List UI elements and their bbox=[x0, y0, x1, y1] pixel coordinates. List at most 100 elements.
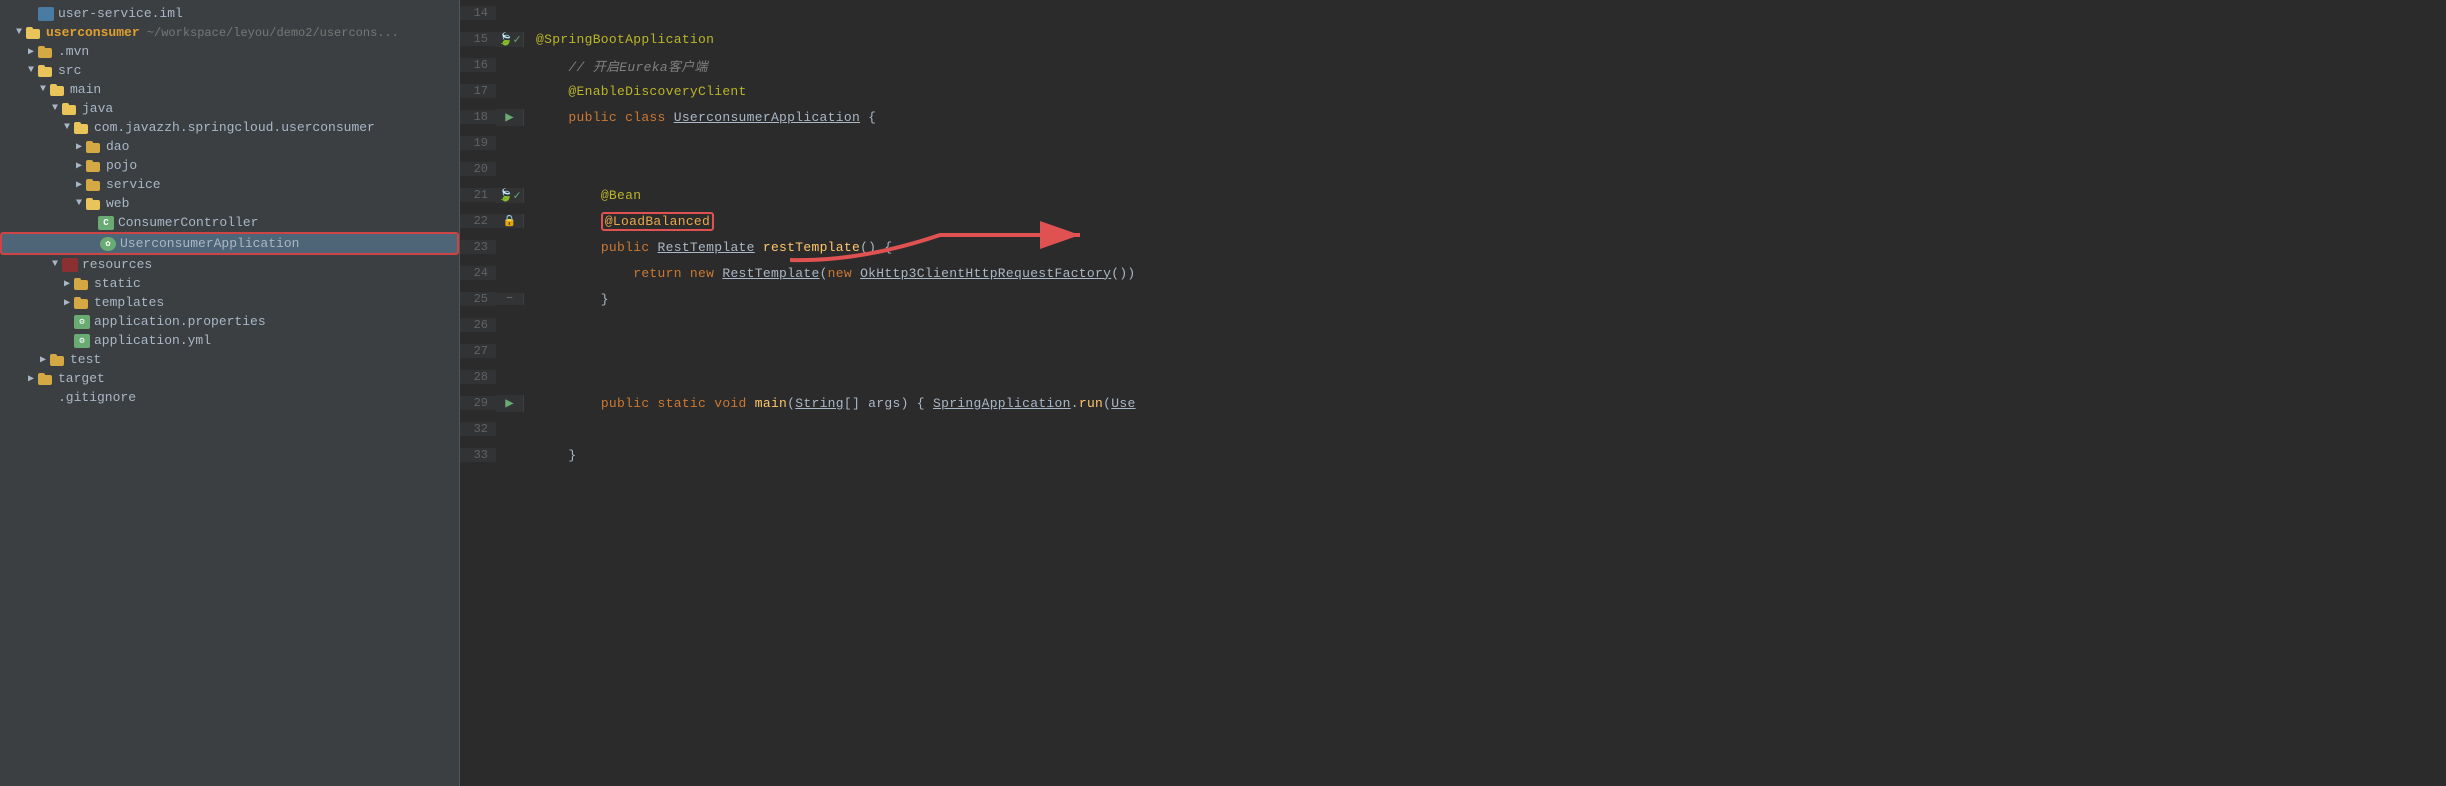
tree-label: src bbox=[58, 63, 81, 78]
tree-item-service[interactable]: service bbox=[0, 175, 459, 194]
tree-label: ConsumerController bbox=[118, 215, 258, 230]
gutter-check-icon[interactable]: ✓ bbox=[513, 32, 520, 47]
line-number: 23 bbox=[460, 240, 496, 254]
code-line-23: 23 public RestTemplate restTemplate() { bbox=[460, 234, 2446, 260]
line-number: 22 bbox=[460, 214, 496, 228]
code-line-14: 14 bbox=[460, 0, 2446, 26]
arrow-icon bbox=[36, 354, 50, 366]
folder-icon bbox=[38, 46, 54, 58]
tree-item-resources[interactable]: resources bbox=[0, 255, 459, 274]
line-number: 27 bbox=[460, 344, 496, 358]
tree-label: static bbox=[94, 276, 141, 291]
line-content: @Bean bbox=[524, 188, 2446, 203]
tree-label: pojo bbox=[106, 158, 137, 173]
gutter-run-icon2[interactable]: ▶ bbox=[505, 395, 513, 412]
tree-label: application.yml bbox=[94, 333, 211, 348]
tree-label: .mvn bbox=[58, 44, 89, 59]
code-line-16: 16 // 开启Eureka客户端 bbox=[460, 52, 2446, 78]
line-content: @SpringBootApplication bbox=[524, 32, 2446, 47]
tree-item-userconsumer[interactable]: userconsumer ~/workspace/leyou/demo2/use… bbox=[0, 23, 459, 42]
line-content: @LoadBalanced bbox=[524, 214, 2446, 229]
tree-item-user-service-iml[interactable]: user-service.iml bbox=[0, 4, 459, 23]
properties-icon: ⚙ bbox=[74, 315, 90, 329]
gutter-fold-icon[interactable]: − bbox=[506, 293, 513, 305]
tree-label: resources bbox=[82, 257, 152, 272]
code-line-22: 22 🔒 @LoadBalanced bbox=[460, 208, 2446, 234]
tree-item-target[interactable]: target bbox=[0, 369, 459, 388]
code-line-24: 24 return new RestTemplate(new OkHttp3Cl… bbox=[460, 260, 2446, 286]
tree-item-application-yml[interactable]: ⚙ application.yml bbox=[0, 331, 459, 350]
tree-item-main[interactable]: main bbox=[0, 80, 459, 99]
arrow-icon bbox=[72, 198, 86, 209]
tree-label: test bbox=[70, 352, 101, 367]
tree-label: UserconsumerApplication bbox=[120, 236, 299, 251]
tree-item-com-pkg[interactable]: com.javazzh.springcloud.userconsumer bbox=[0, 118, 459, 137]
file-icon bbox=[38, 391, 54, 405]
arrow-icon bbox=[48, 259, 62, 270]
tree-label: templates bbox=[94, 295, 164, 310]
line-content: public static void main(String[] args) {… bbox=[524, 396, 2446, 411]
code-line-26: 26 bbox=[460, 312, 2446, 338]
tree-label: com.javazzh.springcloud.userconsumer bbox=[94, 120, 375, 135]
line-number: 21 bbox=[460, 188, 496, 202]
tree-path: ~/workspace/leyou/demo2/usercons... bbox=[140, 26, 399, 40]
tree-item-test[interactable]: test bbox=[0, 350, 459, 369]
code-line-32: 32 bbox=[460, 416, 2446, 442]
tree-item-mvn[interactable]: .mvn bbox=[0, 42, 459, 61]
arrow-icon bbox=[60, 122, 74, 133]
folder-icon bbox=[86, 198, 102, 210]
line-content: return new RestTemplate(new OkHttp3Clien… bbox=[524, 266, 2446, 281]
line-content: } bbox=[524, 448, 2446, 463]
arrow-icon bbox=[72, 141, 86, 153]
folder-icon bbox=[74, 297, 90, 309]
folder-icon bbox=[74, 278, 90, 290]
gutter-bean-icon2[interactable]: 🍃 bbox=[498, 188, 513, 203]
folder-icon bbox=[86, 160, 102, 172]
spring-icon: ✿ bbox=[100, 237, 116, 251]
code-line-28: 28 bbox=[460, 364, 2446, 390]
gutter-check-icon2[interactable]: ✓ bbox=[513, 188, 520, 203]
code-line-21: 21 🍃 ✓ @Bean bbox=[460, 182, 2446, 208]
tree-item-src[interactable]: src bbox=[0, 61, 459, 80]
line-gutter: ▶ bbox=[496, 109, 524, 126]
line-gutter: 🔒 bbox=[496, 214, 524, 228]
arrow-icon bbox=[60, 297, 74, 309]
tree-item-templates[interactable]: templates bbox=[0, 293, 459, 312]
tree-item-gitignore[interactable]: .gitignore bbox=[0, 388, 459, 407]
arrow-icon bbox=[72, 179, 86, 191]
line-number: 32 bbox=[460, 422, 496, 436]
code-line-25: 25 − } bbox=[460, 286, 2446, 312]
tree-label: application.properties bbox=[94, 314, 266, 329]
iml-icon bbox=[38, 7, 54, 21]
line-number: 24 bbox=[460, 266, 496, 280]
tree-label: .gitignore bbox=[58, 390, 136, 405]
code-line-20: 20 bbox=[460, 156, 2446, 182]
folder-icon bbox=[62, 103, 78, 115]
tree-item-dao[interactable]: dao bbox=[0, 137, 459, 156]
tree-item-java[interactable]: java bbox=[0, 99, 459, 118]
tree-item-static[interactable]: static bbox=[0, 274, 459, 293]
tree-item-pojo[interactable]: pojo bbox=[0, 156, 459, 175]
line-gutter: − bbox=[496, 293, 524, 305]
tree-item-userconsumer-app[interactable]: ✿ UserconsumerApplication bbox=[0, 232, 459, 255]
tree-label: dao bbox=[106, 139, 129, 154]
code-line-33: 33 } bbox=[460, 442, 2446, 468]
line-number: 25 bbox=[460, 292, 496, 306]
tree-label: main bbox=[70, 82, 101, 97]
folder-icon bbox=[86, 179, 102, 191]
java-class-icon: C bbox=[98, 216, 114, 230]
arrow-icon bbox=[36, 84, 50, 95]
arrow-icon bbox=[24, 46, 38, 58]
tree-item-web[interactable]: web bbox=[0, 194, 459, 213]
tree-label: service bbox=[106, 177, 161, 192]
line-number: 26 bbox=[460, 318, 496, 332]
folder-icon bbox=[26, 27, 42, 39]
gutter-bean-icon[interactable]: 🍃 bbox=[498, 32, 513, 47]
line-gutter: 🍃 ✓ bbox=[496, 188, 524, 203]
tree-item-consumer-controller[interactable]: C ConsumerController bbox=[0, 213, 459, 232]
tree-item-application-properties[interactable]: ⚙ application.properties bbox=[0, 312, 459, 331]
line-number: 18 bbox=[460, 110, 496, 124]
code-line-15: 15 🍃 ✓ @SpringBootApplication bbox=[460, 26, 2446, 52]
code-line-27: 27 bbox=[460, 338, 2446, 364]
gutter-run-icon[interactable]: ▶ bbox=[505, 109, 513, 126]
